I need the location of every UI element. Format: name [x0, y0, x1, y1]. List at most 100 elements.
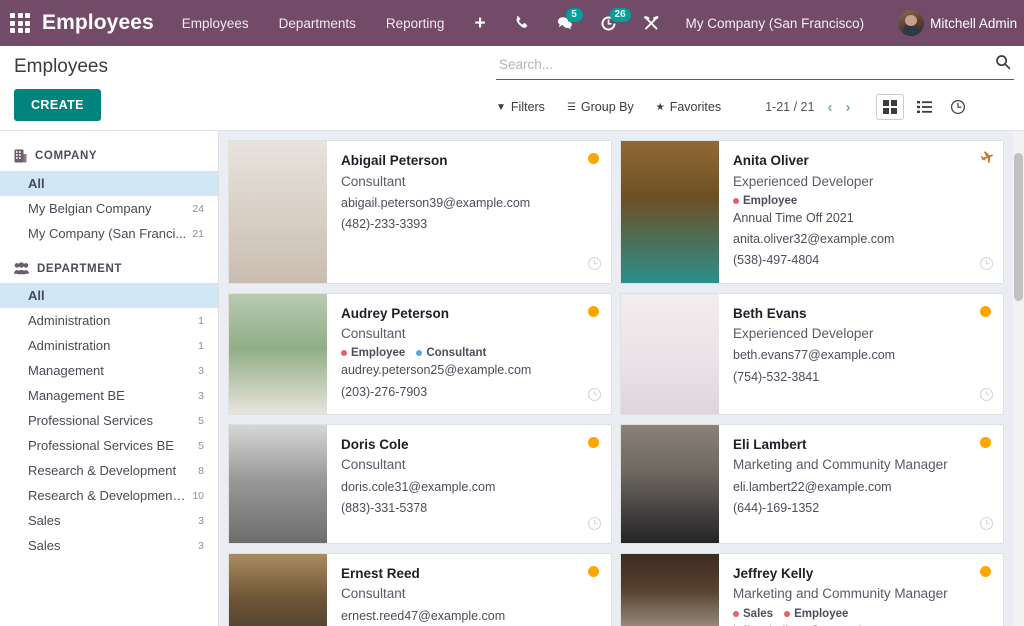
tag-label: Sales: [743, 608, 773, 620]
menu-departments[interactable]: Departments: [279, 16, 356, 31]
employee-tag: Employee: [733, 195, 797, 207]
activity-clock-icon[interactable]: [587, 387, 602, 407]
sidebar-department-item-all[interactable]: All: [0, 283, 218, 308]
sidebar-department-item-management-be[interactable]: Management BE 3: [0, 383, 218, 408]
sidebar-department-item-research-and-development[interactable]: Research & Development 8: [0, 458, 218, 483]
kanban-scrollbar-track[interactable]: [1013, 131, 1024, 626]
employee-status-badge[interactable]: [980, 566, 991, 577]
employee-email[interactable]: abigail.peterson39@example.com: [341, 193, 599, 213]
employee-tag: Consultant: [416, 347, 486, 359]
messages-icon[interactable]: 5: [556, 15, 574, 31]
employee-kanban-card[interactable]: Anita OliverExperienced DeveloperEmploye…: [620, 140, 1004, 284]
sidebar-item-label: Administration: [28, 338, 110, 353]
sidebar-department-item-administration-2[interactable]: Administration 1: [0, 333, 218, 358]
menu-add-icon[interactable]: +: [474, 14, 485, 33]
sidebar-department-item-management[interactable]: Management 3: [0, 358, 218, 383]
user-menu[interactable]: Mitchell Admin: [898, 10, 1017, 36]
employee-email[interactable]: anita.oliver32@example.com: [733, 229, 991, 249]
user-name-label: Mitchell Admin: [930, 16, 1017, 31]
activities-icon[interactable]: 26: [600, 15, 617, 32]
search-icon[interactable]: [995, 54, 1011, 75]
employee-email[interactable]: doris.cole31@example.com: [341, 477, 599, 497]
employee-status-badge[interactable]: [980, 306, 991, 317]
employee-phone[interactable]: (883)-331-5378: [341, 498, 599, 518]
employee-kanban-card[interactable]: Jeffrey KellyMarketing and Community Man…: [620, 553, 1004, 626]
group-by-button[interactable]: ☰ Group By: [567, 100, 634, 114]
sidebar-item-count: 3: [198, 390, 204, 402]
sidebar-company-item-my-company-san-francisco[interactable]: My Company (San Franci... 21: [0, 221, 218, 246]
activity-clock-icon[interactable]: [587, 256, 602, 276]
phone-icon[interactable]: [514, 15, 530, 31]
debug-tools-icon[interactable]: [643, 15, 660, 32]
apps-menu-icon[interactable]: [10, 12, 30, 34]
filters-button[interactable]: ▼ Filters: [496, 100, 545, 114]
view-kanban-button[interactable]: [876, 94, 904, 120]
employee-status-badge[interactable]: [588, 566, 599, 577]
favorites-button[interactable]: ★ Favorites: [656, 100, 721, 114]
search-input[interactable]: [496, 55, 995, 74]
sidebar-item-count: 3: [198, 540, 204, 552]
employee-kanban-card[interactable]: Beth EvansExperienced Developerbeth.evan…: [620, 293, 1004, 415]
sidebar-department-item-professional-services-be[interactable]: Professional Services BE 5: [0, 433, 218, 458]
activities-badge: 26: [610, 8, 631, 22]
employee-kanban-card[interactable]: Ernest ReedConsultanternest.reed47@examp…: [228, 553, 612, 626]
activity-clock-icon[interactable]: [979, 256, 994, 276]
pager-next-icon[interactable]: ›: [845, 99, 850, 116]
sidebar-department-item-professional-services[interactable]: Professional Services 5: [0, 408, 218, 433]
tag-dot-icon: [733, 198, 739, 204]
employee-name: Jeffrey Kelly: [733, 564, 991, 584]
view-list-button[interactable]: [910, 94, 938, 120]
sidebar-item-label: My Belgian Company: [28, 201, 152, 216]
avatar: [898, 10, 924, 36]
employee-tag: Sales: [733, 608, 773, 620]
sidebar-item-count: 8: [198, 465, 204, 477]
app-brand-title[interactable]: Employees: [42, 11, 154, 35]
employee-card-body: Ernest ReedConsultanternest.reed47@examp…: [327, 554, 611, 626]
sidebar-department-item-administration-1[interactable]: Administration 1: [0, 308, 218, 333]
employee-tags: Employee: [733, 195, 991, 207]
employee-phone[interactable]: (538)-497-4804: [733, 250, 991, 270]
employee-phone[interactable]: (203)-276-7903: [341, 382, 599, 402]
menu-employees[interactable]: Employees: [182, 16, 249, 31]
kanban-scrollbar-thumb[interactable]: [1014, 153, 1023, 301]
employee-photo: [229, 141, 327, 283]
employee-email[interactable]: audrey.peterson25@example.com: [341, 360, 599, 380]
sidebar-company-item-all[interactable]: All: [0, 171, 218, 196]
employee-tags: EmployeeConsultant: [341, 347, 599, 359]
page-title: Employees: [14, 54, 108, 81]
employee-kanban-card[interactable]: Doris ColeConsultantdoris.cole31@example…: [228, 424, 612, 544]
pager-previous-icon[interactable]: ‹: [827, 99, 832, 116]
create-button[interactable]: CREATE: [14, 89, 101, 121]
employee-phone[interactable]: (754)-532-3841: [733, 367, 991, 387]
search-bar[interactable]: [496, 54, 1014, 80]
sidebar-department-item-sales-2[interactable]: Sales 3: [0, 533, 218, 558]
menu-reporting[interactable]: Reporting: [386, 16, 445, 31]
list-view-icon: [917, 100, 932, 114]
activity-clock-icon[interactable]: [587, 516, 602, 536]
view-activity-button[interactable]: [944, 94, 972, 120]
employee-status-badge[interactable]: [588, 153, 599, 164]
employee-kanban-card[interactable]: Eli LambertMarketing and Community Manag…: [620, 424, 1004, 544]
employee-phone[interactable]: (644)-169-1352: [733, 498, 991, 518]
employee-status-badge[interactable]: [588, 306, 599, 317]
employee-kanban-card[interactable]: Audrey PetersonConsultantEmployeeConsult…: [228, 293, 612, 415]
control-panel-actions: ▼ Filters ☰ Group By ★ Favorites 1-21 / …: [496, 94, 1014, 120]
sidebar-company-item-my-belgian-company[interactable]: My Belgian Company 24: [0, 196, 218, 221]
employee-phone[interactable]: (482)-233-3393: [341, 214, 599, 234]
tag-dot-icon: [341, 350, 347, 356]
activity-clock-icon[interactable]: [979, 387, 994, 407]
current-company-label[interactable]: My Company (San Francisco): [686, 16, 865, 31]
employee-time-off: Annual Time Off 2021: [733, 208, 991, 228]
sidebar-department-item-research-and-development-be[interactable]: Research & Development... 10: [0, 483, 218, 508]
employee-email[interactable]: ernest.reed47@example.com: [341, 606, 599, 626]
employee-email[interactable]: jeffrey.kelly72@example.com: [733, 621, 991, 626]
employee-email[interactable]: beth.evans77@example.com: [733, 345, 991, 365]
employee-status-badge[interactable]: [588, 437, 599, 448]
sidebar-department-item-sales-1[interactable]: Sales 3: [0, 508, 218, 533]
employee-status-badge[interactable]: [980, 437, 991, 448]
employee-email[interactable]: eli.lambert22@example.com: [733, 477, 991, 497]
employee-name: Anita Oliver: [733, 151, 991, 171]
sidebar-section-company-header: COMPANY: [0, 143, 218, 171]
employee-kanban-card[interactable]: Abigail PetersonConsultantabigail.peters…: [228, 140, 612, 284]
activity-clock-icon[interactable]: [979, 516, 994, 536]
